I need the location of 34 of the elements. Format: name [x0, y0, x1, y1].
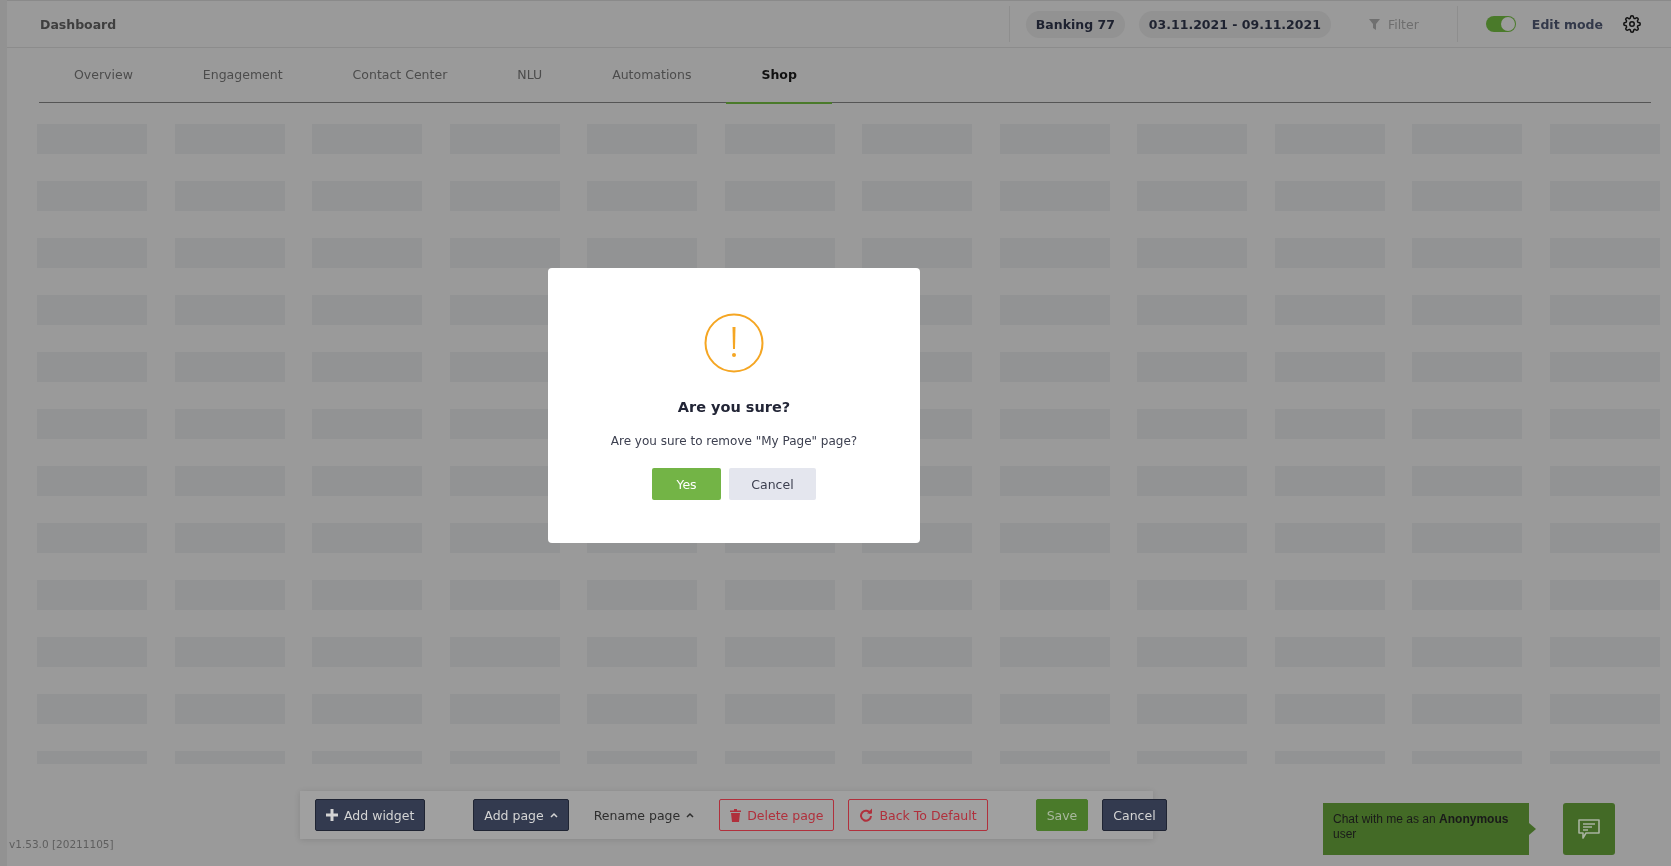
- tab[interactable]: Engagement: [167, 48, 318, 104]
- date-range-selector[interactable]: 03.11.2021 - 09.11.2021: [1138, 10, 1331, 38]
- warning-icon: [704, 313, 764, 373]
- tab[interactable]: Shop: [726, 48, 832, 104]
- tab[interactable]: Contact Center: [317, 48, 483, 104]
- chat-prompt-text: Chat with me as an Anonymous user: [1333, 812, 1509, 841]
- menu-button[interactable]: Rename page: [582, 799, 706, 831]
- settings-icon[interactable]: [1623, 15, 1641, 33]
- dialog-title: Are you sure?: [677, 399, 791, 415]
- edit-mode-label: Edit mode: [1531, 16, 1603, 32]
- toolbar-button[interactable]: Cancel: [1102, 799, 1167, 831]
- version-label: v1.53.0 [20211105]: [8, 838, 115, 852]
- toolbar-button[interactable]: Back To Default: [848, 799, 988, 831]
- confirm-button[interactable]: Yes: [652, 468, 721, 500]
- tab[interactable]: Overview: [39, 48, 168, 104]
- chat-button[interactable]: [1563, 803, 1615, 855]
- toolbar-button[interactable]: Add widget: [315, 799, 426, 831]
- tab[interactable]: NLU: [482, 48, 578, 104]
- plus-icon: [326, 809, 338, 821]
- page-title: Dashboard: [40, 16, 117, 32]
- tab[interactable]: Automations: [577, 48, 727, 104]
- filter-icon: [1368, 18, 1380, 30]
- edit-mode-toggle[interactable]: [1485, 16, 1516, 32]
- reload-icon: [859, 808, 874, 822]
- toolbar-button[interactable]: Save: [1035, 799, 1089, 831]
- toolbar-button[interactable]: Delete page: [719, 799, 835, 831]
- dialog-message: Are you sure to remove "My Page" page?: [610, 434, 858, 448]
- trash-icon: [730, 808, 742, 822]
- chat-icon: [1576, 816, 1602, 842]
- bot-selector[interactable]: Banking 77: [1025, 10, 1125, 38]
- cancel-button[interactable]: Cancel: [729, 468, 816, 500]
- toolbar-button[interactable]: Add page: [473, 799, 569, 831]
- caret-icon: [686, 812, 695, 818]
- caret-icon: [549, 812, 558, 818]
